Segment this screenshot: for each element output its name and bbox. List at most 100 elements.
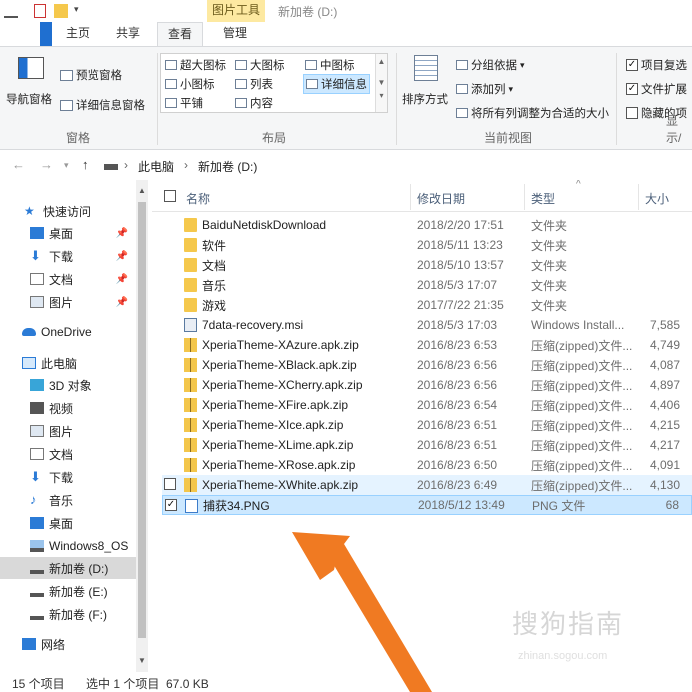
column-size[interactable]: 大小 — [645, 190, 669, 207]
scroll-down-icon[interactable]: ▼ — [376, 78, 387, 87]
nav-drive-f[interactable]: 新加卷 (F:) — [0, 603, 136, 625]
nav-quick-access[interactable]: ★ 快速访问 — [0, 200, 136, 222]
nav-pictures-quick[interactable]: 图片 📌 — [0, 291, 136, 313]
nav-pictures[interactable]: 图片 — [0, 420, 136, 442]
select-all-checkbox[interactable] — [164, 190, 176, 202]
column-divider[interactable] — [410, 184, 411, 210]
breadcrumb-drive-d[interactable]: 新加卷 (D:) — [198, 158, 257, 175]
column-divider[interactable] — [524, 184, 525, 210]
nav-desktop[interactable]: 桌面 — [0, 512, 136, 534]
file-date: 2016/8/23 6:54 — [417, 398, 498, 412]
nav-downloads-quick[interactable]: ⬇ 下载 📌 — [0, 245, 136, 267]
table-row[interactable]: XperiaTheme-XRose.apk.zip 2016/8/23 6:50 压… — [162, 455, 692, 475]
chevron-down-icon: ▾ — [508, 83, 514, 94]
up-arrow-icon[interactable]: ↑ — [82, 157, 89, 172]
table-row[interactable]: 7data-recovery.msi 2018/5/3 17:03 Windows … — [162, 315, 692, 335]
file-date: 2016/8/23 6:53 — [417, 338, 498, 352]
document-icon — [30, 448, 44, 460]
nav-videos[interactable]: 视频 — [0, 397, 136, 419]
layout-tiles[interactable]: 平铺 — [165, 95, 203, 111]
file-date: 2018/5/3 17:07 — [417, 278, 498, 292]
nav-documents[interactable]: 文档 — [0, 443, 136, 465]
table-row[interactable]: 文档 2018/5/10 13:57 文件夹 — [162, 255, 692, 275]
column-divider[interactable] — [638, 184, 639, 210]
column-type[interactable]: 类型 — [531, 190, 555, 207]
table-row[interactable]: XperiaTheme-XWhite.apk.zip 2016/8/23 6:49… — [162, 475, 692, 495]
nav-pane-button[interactable]: 导航窗格 — [6, 57, 56, 115]
table-row[interactable]: 游戏 2017/7/22 21:35 文件夹 — [162, 295, 692, 315]
tab-home[interactable]: 主页 — [58, 22, 98, 46]
item-checkboxes-toggle[interactable]: ✓ 项目复选 — [626, 57, 687, 73]
nav-downloads[interactable]: ⬇ 下载 — [0, 466, 136, 488]
table-row[interactable]: 软件 2018/5/11 13:23 文件夹 — [162, 235, 692, 255]
checkbox-checked-icon[interactable]: ✓ — [626, 83, 638, 95]
layout-small-icons[interactable]: 小图标 — [165, 76, 215, 92]
nav-music[interactable]: ♪ 音乐 — [0, 489, 136, 511]
column-date[interactable]: 修改日期 — [417, 190, 465, 207]
table-row[interactable]: XperiaTheme-XIce.apk.zip 2016/8/23 6:51 压缩… — [162, 415, 692, 435]
layout-gallery-scroll[interactable]: ▲ ▼ ▾ — [375, 54, 387, 112]
forward-arrow-icon[interactable]: → — [40, 157, 53, 172]
nav-this-pc[interactable]: 此电脑 — [0, 352, 136, 374]
table-row[interactable]: XperiaTheme-XFire.apk.zip 2016/8/23 6:54 压… — [162, 395, 692, 415]
table-row[interactable]: BaiduNetdiskDownload 2018/2/20 17:51 文件夹 — [162, 215, 692, 235]
file-extensions-toggle[interactable]: ✓ 文件扩展 — [626, 81, 687, 97]
new-folder-icon[interactable] — [54, 4, 68, 18]
file-tab[interactable] — [40, 22, 52, 46]
properties-icon[interactable] — [34, 4, 46, 18]
tab-view[interactable]: 查看 — [157, 22, 203, 47]
table-row[interactable]: XperiaTheme-XBlack.apk.zip 2016/8/23 6:56… — [162, 355, 692, 375]
details-pane-button[interactable]: 详细信息窗格 — [60, 97, 145, 113]
checkbox-checked-icon[interactable]: ✓ — [626, 59, 638, 71]
nav-3d-objects[interactable]: 3D 对象 — [0, 374, 136, 396]
checkbox-unchecked-icon[interactable] — [626, 107, 638, 119]
table-row[interactable]: ✓ 捕获34.PNG 2018/5/12 13:49 PNG 文件 68 — [162, 495, 692, 515]
nav-scrollbar[interactable]: ▲ ▼ — [136, 180, 148, 672]
scroll-up-icon[interactable]: ▲ — [136, 186, 148, 195]
file-type: Windows Install... — [531, 318, 625, 332]
table-row[interactable]: 音乐 2018/5/3 17:07 文件夹 — [162, 275, 692, 295]
nav-label: 桌面 — [49, 226, 74, 241]
group-by-button[interactable]: 分组依据 ▾ — [456, 57, 525, 73]
layout-extra-large-icons[interactable]: 超大图标 — [165, 57, 226, 73]
checkbox-unchecked-icon[interactable] — [164, 478, 176, 490]
nav-label: 桌面 — [49, 516, 74, 531]
scroll-up-icon[interactable]: ▲ — [376, 57, 387, 66]
nav-desktop-quick[interactable]: 桌面 📌 — [0, 222, 136, 244]
nav-drive-d[interactable]: 新加卷 (D:) — [0, 557, 136, 579]
tab-manage[interactable]: 管理 — [212, 22, 258, 46]
table-row[interactable]: XperiaTheme-XCherry.apk.zip 2016/8/23 6:5… — [162, 375, 692, 395]
customize-toolbar-icon[interactable]: ▾ — [74, 4, 82, 18]
nav-label: 下载 — [49, 470, 74, 485]
layout-list[interactable]: 列表 — [235, 76, 273, 92]
layout-medium-icons[interactable]: 中图标 — [305, 57, 355, 73]
folder-icon — [184, 218, 197, 232]
back-arrow-icon[interactable]: ← — [12, 157, 25, 172]
column-name[interactable]: 名称 — [186, 190, 210, 207]
table-row[interactable]: XperiaTheme-XAzure.apk.zip 2016/8/23 6:53… — [162, 335, 692, 355]
nav-scrollbar-thumb[interactable] — [138, 202, 146, 638]
nav-windows8-os[interactable]: Windows8_OS — [0, 535, 136, 557]
expand-gallery-icon[interactable]: ▾ — [376, 91, 387, 100]
preview-pane-button[interactable]: 预览窗格 — [60, 67, 122, 83]
add-column-button[interactable]: 添加列 ▾ — [456, 81, 513, 97]
checkbox-checked-icon[interactable]: ✓ — [165, 499, 177, 511]
content-icon — [235, 98, 247, 108]
nav-onedrive[interactable]: OneDrive — [0, 321, 136, 343]
nav-drive-e[interactable]: 新加卷 (E:) — [0, 580, 136, 602]
nav-network[interactable]: 网络 — [0, 633, 136, 655]
table-row[interactable]: XperiaTheme-XLime.apk.zip 2016/8/23 6:51 压… — [162, 435, 692, 455]
sort-by-button[interactable]: 排序方式 — [402, 55, 452, 119]
tab-share[interactable]: 共享 — [108, 22, 148, 46]
layout-content[interactable]: 内容 — [235, 95, 273, 111]
nav-documents-quick[interactable]: 文档 📌 — [0, 268, 136, 290]
file-size: 4,087 — [649, 358, 680, 372]
nav-label: OneDrive — [41, 325, 92, 339]
layout-large-icons[interactable]: 大图标 — [235, 57, 285, 73]
fit-columns-button[interactable]: 将所有列调整为合适的大小 — [456, 105, 609, 121]
recent-locations-icon[interactable]: ▾ — [64, 160, 69, 171]
picture-tools-tab[interactable]: 图片工具 — [207, 0, 265, 22]
layout-details[interactable]: 详细信息 — [303, 74, 370, 94]
scroll-down-icon[interactable]: ▼ — [136, 656, 148, 665]
breadcrumb-this-pc[interactable]: 此电脑 — [138, 158, 174, 175]
